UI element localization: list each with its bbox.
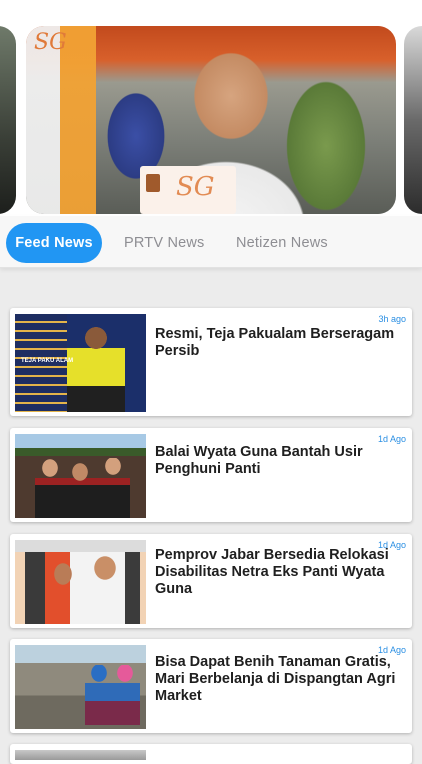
tab-prtv-news[interactable]: PRTV News [124,223,205,263]
thumbnail-caption: TEJA PAKU ALAM [21,358,74,364]
news-thumbnail [15,645,146,729]
tab-netizen-news[interactable]: Netizen News [236,223,328,263]
badge-icon [146,174,160,192]
news-card[interactable]: Balai Wyata Guna Bantah Usir Penghuni Pa… [10,428,412,522]
news-card[interactable]: TEJA PAKU ALAM Resmi, Teja Pakualam Bers… [10,308,412,416]
news-thumbnail: TEJA PAKU ALAM [15,314,146,412]
logo-mark: SG [34,30,67,55]
news-timestamp: 3h ago [378,314,406,324]
news-title[interactable]: Balai Wyata Guna Bantah Usir Penghuni Pa… [155,444,391,478]
news-timestamp: 1d Ago [377,434,406,444]
carousel-slide-current[interactable]: SG SG [26,26,396,214]
news-thumbnail [15,750,146,760]
news-thumbnail [15,434,146,518]
news-card-partial[interactable] [10,744,412,764]
sg-card: SG [140,166,236,214]
news-carousel[interactable]: SG SG [0,0,422,216]
tab-feed-news[interactable]: Feed News [6,223,102,263]
news-card[interactable]: Bisa Dapat Benih Tanaman Gratis, Mari Be… [10,639,412,733]
news-tab-bar: Feed News PRTV News Netizen News [0,216,422,268]
news-title[interactable]: Bisa Dapat Benih Tanaman Gratis, Mari Be… [155,654,405,705]
news-timestamp: 1d Ago [377,540,406,550]
sg-card-text: SG [176,172,215,202]
news-title[interactable]: Pemprov Jabar Bersedia Relokasi Disabili… [155,547,395,598]
carousel-slide-next[interactable] [404,26,422,214]
news-timestamp: 1d Ago [377,645,406,655]
news-title[interactable]: Resmi, Teja Pakualam Berseragam Persib [155,326,397,360]
news-thumbnail [15,540,146,624]
news-card[interactable]: Pemprov Jabar Bersedia Relokasi Disabili… [10,534,412,628]
player-figure [67,326,125,412]
carousel-slide-previous[interactable] [0,26,16,214]
